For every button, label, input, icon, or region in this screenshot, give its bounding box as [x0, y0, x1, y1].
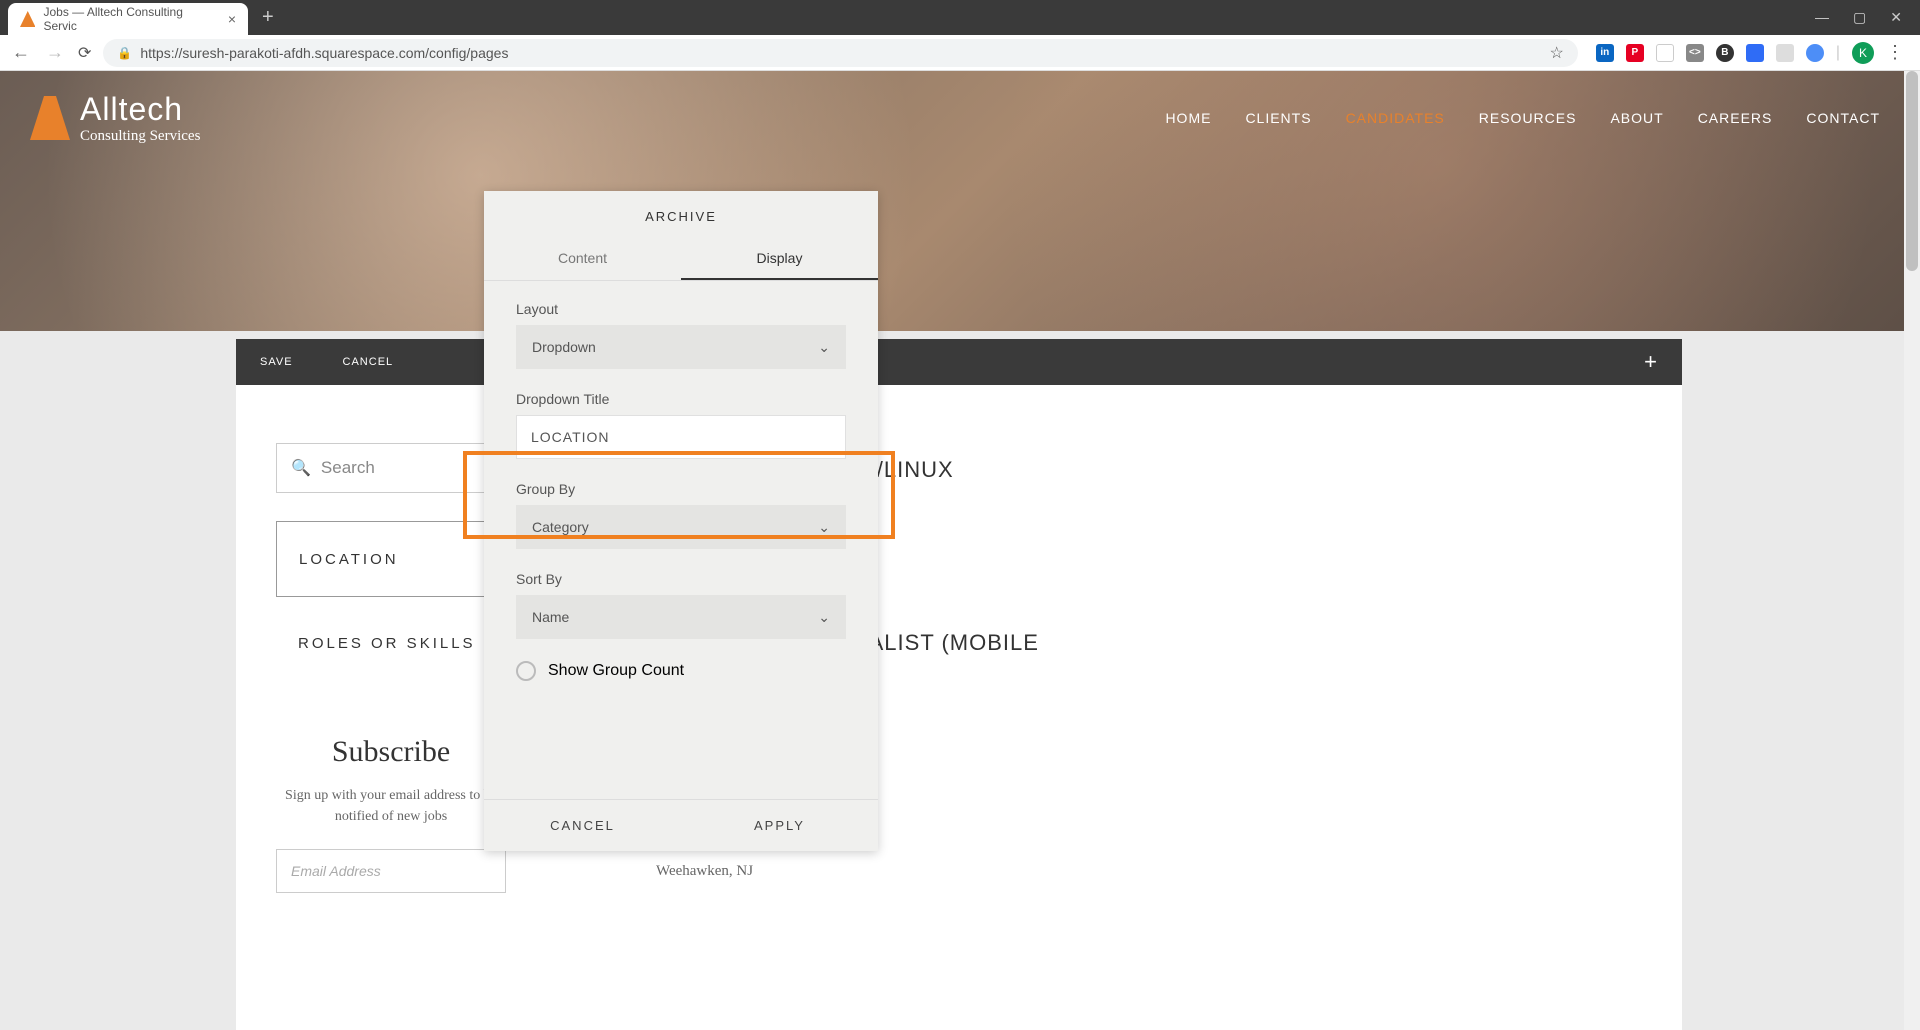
linkedin-icon[interactable]: in — [1596, 44, 1614, 62]
modal-title: ARCHIVE — [484, 191, 878, 238]
brand-name: Alltech — [80, 91, 200, 128]
close-window-icon[interactable]: ✕ — [1890, 9, 1902, 26]
show-group-count-toggle[interactable]: Show Group Count — [516, 661, 846, 681]
extension-icon[interactable] — [1656, 44, 1674, 62]
extension-icon[interactable]: <> — [1686, 44, 1704, 62]
sort-by-select[interactable]: Name ⌄ — [516, 595, 846, 639]
chevron-down-icon: ⌄ — [818, 519, 830, 536]
sort-by-label: Sort By — [516, 571, 846, 587]
tab-content[interactable]: Content — [484, 238, 681, 280]
modal-cancel-button[interactable]: CANCEL — [484, 800, 681, 851]
browser-tab[interactable]: Jobs — Alltech Consulting Servic × — [8, 3, 248, 35]
cancel-button[interactable]: CANCEL — [343, 356, 394, 368]
maximize-icon[interactable]: ▢ — [1853, 9, 1866, 26]
modal-apply-button[interactable]: APPLY — [681, 800, 878, 851]
search-placeholder: Search — [321, 458, 375, 478]
add-block-button[interactable]: + — [1644, 349, 1658, 375]
nav-home[interactable]: HOME — [1165, 110, 1211, 126]
job-location: Weehawken, NJ — [656, 863, 753, 880]
logo-mark-icon — [30, 96, 70, 140]
subscribe-title: Subscribe — [276, 735, 506, 769]
tab-title: Jobs — Alltech Consulting Servic — [43, 5, 213, 33]
url-text: https://suresh-parakoti-afdh.squarespace… — [140, 45, 508, 61]
archive-settings-modal: ARCHIVE Content Display Layout Dropdown … — [484, 191, 878, 851]
pinterest-icon[interactable]: P — [1626, 44, 1644, 62]
scrollbar[interactable] — [1904, 71, 1920, 1030]
email-field[interactable]: Email Address — [276, 849, 506, 893]
extension-icon[interactable]: B — [1716, 44, 1734, 62]
toggle-icon — [516, 661, 536, 681]
site-logo[interactable]: Alltech Consulting Services — [30, 91, 200, 145]
group-by-select[interactable]: Category ⌄ — [516, 505, 846, 549]
extension-icon[interactable] — [1806, 44, 1824, 62]
forward-button[interactable]: → — [44, 42, 66, 63]
chevron-down-icon: ⌄ — [818, 609, 830, 626]
address-bar[interactable]: 🔒 https://suresh-parakoti-afdh.squarespa… — [103, 39, 1577, 67]
nav-careers[interactable]: CAREERS — [1698, 110, 1773, 126]
brand-tagline: Consulting Services — [80, 128, 200, 145]
group-by-label: Group By — [516, 481, 846, 497]
search-icon: 🔍 — [291, 458, 311, 478]
new-tab-button[interactable]: + — [262, 6, 274, 29]
star-icon[interactable]: ☆ — [1550, 43, 1564, 63]
nav-resources[interactable]: RESOURCES — [1479, 110, 1577, 126]
back-button[interactable]: ← — [10, 42, 32, 63]
tab-display[interactable]: Display — [681, 238, 878, 280]
save-button[interactable]: SAVE — [260, 356, 293, 368]
kebab-menu-icon[interactable]: ⋮ — [1886, 42, 1904, 63]
favicon-icon — [20, 11, 35, 27]
dropdown-title-input[interactable]: LOCATION — [516, 415, 846, 459]
editor-action-bar: SAVE CANCEL + — [236, 339, 1682, 385]
minimize-icon[interactable]: — — [1815, 9, 1829, 26]
extension-icon[interactable] — [1776, 44, 1794, 62]
nav-candidates[interactable]: CANDIDATES — [1346, 110, 1445, 126]
close-icon[interactable]: × — [228, 11, 236, 27]
layout-select[interactable]: Dropdown ⌄ — [516, 325, 846, 369]
site-nav: HOME CLIENTS CANDIDATES RESOURCES ABOUT … — [1165, 110, 1880, 126]
dropdown-title-label: Dropdown Title — [516, 391, 846, 407]
nav-clients[interactable]: CLIENTS — [1245, 110, 1311, 126]
nav-about[interactable]: ABOUT — [1610, 110, 1663, 126]
lock-icon: 🔒 — [117, 46, 132, 60]
chevron-down-icon: ⌄ — [818, 339, 830, 356]
extension-icon[interactable] — [1746, 44, 1764, 62]
profile-avatar[interactable]: K — [1852, 42, 1874, 64]
layout-label: Layout — [516, 301, 846, 317]
nav-contact[interactable]: CONTACT — [1806, 110, 1880, 126]
reload-button[interactable]: ⟳ — [78, 43, 91, 63]
subscribe-description: Sign up with your email address to be no… — [276, 785, 506, 827]
